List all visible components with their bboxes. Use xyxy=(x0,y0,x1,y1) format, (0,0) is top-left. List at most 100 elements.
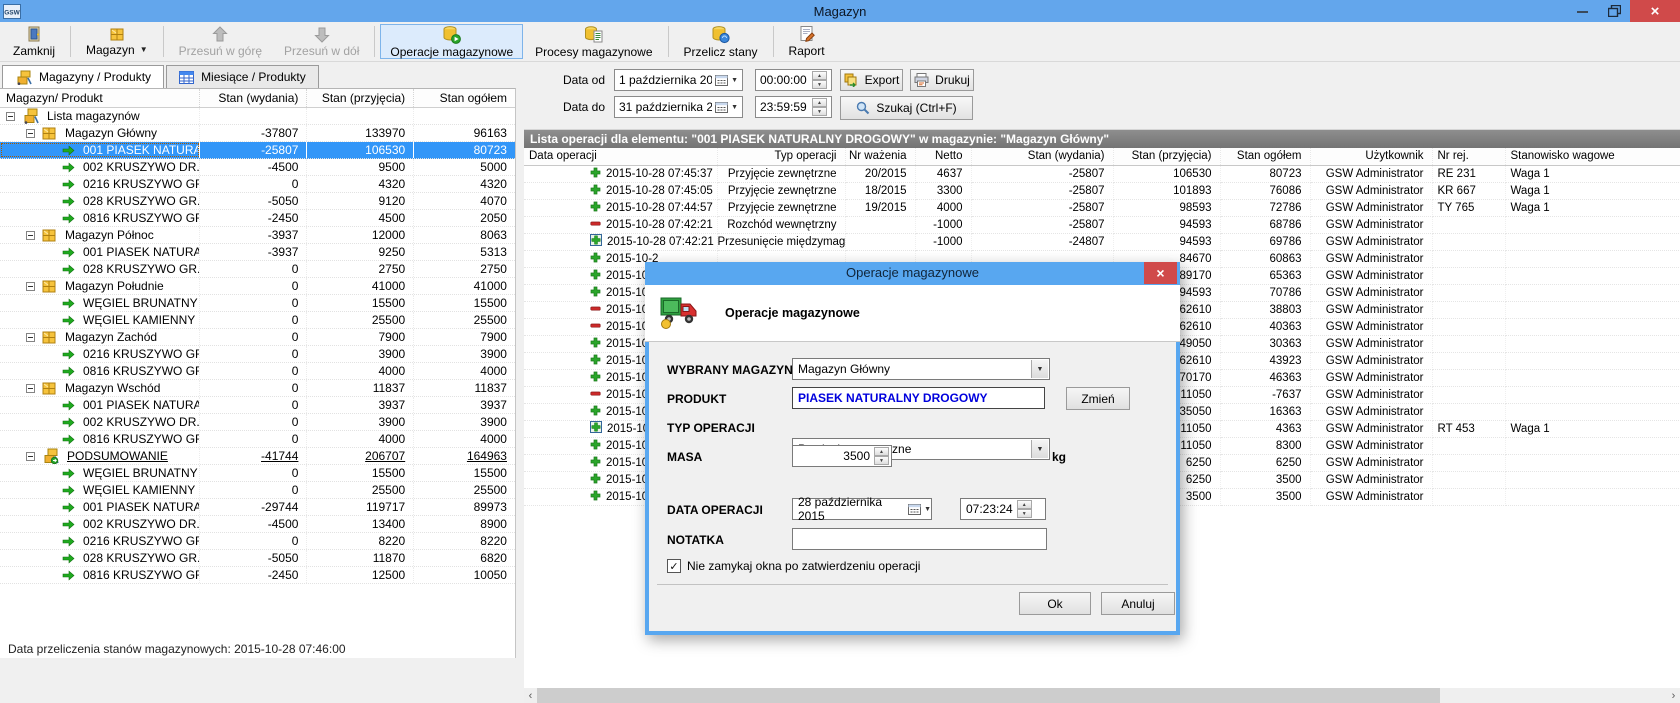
checkbox-checked-icon[interactable]: ✓ xyxy=(667,559,681,573)
tree-expander-icon[interactable] xyxy=(26,384,35,393)
operations-row[interactable]: 2015-10-28 07:45:05Przyjęcie zewnętrzne1… xyxy=(524,182,1680,199)
calendar-icon[interactable]: ▼ xyxy=(715,101,738,113)
change-product-button[interactable]: Zmień xyxy=(1066,387,1130,410)
tree-row[interactable]: Lista magazynów xyxy=(0,108,515,125)
chevron-down-icon[interactable]: ▼ xyxy=(140,45,148,54)
cancel-button[interactable]: Anuluj xyxy=(1101,592,1175,615)
tree-row[interactable]: Magazyn Południe04100041000 xyxy=(0,278,515,295)
zamknij-button[interactable]: Zamknij xyxy=(3,24,65,59)
tree-row[interactable]: 002 KRUSZYWO DR...039003900 xyxy=(0,414,515,431)
tree-row[interactable]: 028 KRUSZYWO GR...-5050118706820 xyxy=(0,550,515,567)
tree-expander-icon[interactable] xyxy=(26,231,35,240)
date-from-input[interactable]: 1 października 2015 ▼ xyxy=(614,69,743,91)
ops-column-header[interactable]: Stan (przyjęcia) xyxy=(1113,148,1220,165)
tree-row[interactable]: PODSUMOWANIE-41744206707164963 xyxy=(0,448,515,465)
tree-row[interactable]: WĘGIEL BRUNATNY01550015500 xyxy=(0,465,515,482)
produkt-field[interactable]: PIASEK NATURALNY DROGOWY xyxy=(792,387,1045,409)
tree-row[interactable]: 0816 KRUSZYWO GR...040004000 xyxy=(0,431,515,448)
tree-row[interactable]: 001 PIASEK NATURA...-393792505313 xyxy=(0,244,515,261)
tree-expander-icon[interactable] xyxy=(26,452,35,461)
scroll-left-icon[interactable]: ‹ xyxy=(524,688,537,703)
tree-expander-icon[interactable] xyxy=(26,333,35,342)
procesy-magazynowe-button[interactable]: Procesy magazynowe xyxy=(525,24,662,59)
masa-spinner[interactable]: ▲▼ xyxy=(874,447,889,465)
tree-row[interactable]: 0216 KRUSZYWO GR...043204320 xyxy=(0,176,515,193)
tree-row[interactable]: 001 PIASEK NATURA...-2974411971789973 xyxy=(0,499,515,516)
chevron-down-icon[interactable]: ▼ xyxy=(1031,440,1048,458)
operations-row[interactable]: 2015-10-28 07:42:21Przesunięcie międzyma… xyxy=(524,233,1680,250)
operations-row[interactable]: 2015-10-28 07:42:21Rozchód wewnętrzny-10… xyxy=(524,216,1680,233)
operacje-magazynowe-button[interactable]: Operacje magazynowe xyxy=(380,24,523,59)
tree-row[interactable]: 0216 KRUSZYWO GR...082208220 xyxy=(0,533,515,550)
scroll-right-icon[interactable]: › xyxy=(1667,688,1680,703)
time-to-input[interactable]: 23:59:59 ▲▼ xyxy=(755,96,832,118)
tab-magazyny-produkty[interactable]: Magazyny / Produkty xyxy=(2,65,164,88)
magazyn-button[interactable]: Magazyn▼ xyxy=(76,24,158,59)
calendar-icon[interactable]: ▼ xyxy=(908,503,931,515)
time-spinner[interactable]: ▲▼ xyxy=(1017,500,1032,518)
tree-row[interactable]: Magazyn Wschód01183711837 xyxy=(0,380,515,397)
tree-row[interactable]: 002 KRUSZYWO DR...-4500134008900 xyxy=(0,516,515,533)
magazyn-select[interactable]: Magazyn Główny ▼ xyxy=(792,358,1050,380)
przelicz-stany-button[interactable]: Przelicz stany xyxy=(674,24,768,59)
tree-row[interactable]: 0816 KRUSZYWO GR...-245045002050 xyxy=(0,210,515,227)
column-header-magazyn-produkt[interactable]: Magazyn/ Produkt xyxy=(0,89,200,107)
export-button[interactable]: Export xyxy=(840,69,903,91)
tree-row[interactable]: 028 KRUSZYWO GR...-505091204070 xyxy=(0,193,515,210)
column-header-stan-ogolem[interactable]: Stan ogółem xyxy=(414,89,515,107)
ops-cell-nr_rej xyxy=(1432,318,1505,335)
ops-column-header[interactable]: Nr ważenia xyxy=(845,148,915,165)
tree-expander-icon[interactable] xyxy=(6,112,15,121)
date-to-input[interactable]: 31 października 2015 ▼ xyxy=(614,96,743,118)
tree-row[interactable]: 001 PIASEK NATURA...039373937 xyxy=(0,397,515,414)
tree-expander-icon[interactable] xyxy=(26,282,35,291)
column-header-stan-przyjecia[interactable]: Stan (przyjęcia) xyxy=(307,89,414,107)
ops-column-header[interactable]: Użytkownik xyxy=(1310,148,1432,165)
ops-column-header[interactable]: Nr rej. xyxy=(1432,148,1505,165)
tree-row[interactable]: 002 KRUSZYWO DR...-450095005000 xyxy=(0,159,515,176)
tree-row[interactable]: 0816 KRUSZYWO GR...-24501250010050 xyxy=(0,567,515,584)
dialog-close-button[interactable]: × xyxy=(1144,262,1177,284)
time-from-input[interactable]: 00:00:00 ▲▼ xyxy=(755,69,832,91)
print-button[interactable]: Drukuj xyxy=(910,69,974,91)
time-to-spinner[interactable]: ▲▼ xyxy=(812,98,827,116)
tree-row[interactable]: WĘGIEL KAMIENNY02550025500 xyxy=(0,482,515,499)
scrollbar-thumb[interactable] xyxy=(537,688,1440,703)
ok-button[interactable]: Ok xyxy=(1019,592,1091,615)
masa-input[interactable]: 3500 ▲▼ xyxy=(792,445,892,467)
operations-row[interactable]: 2015-10-28 07:44:57Przyjęcie zewnętrzne1… xyxy=(524,199,1680,216)
tree-row[interactable]: Magazyn Północ-3937120008063 xyxy=(0,227,515,244)
horizontal-scrollbar[interactable]: ‹ › xyxy=(524,688,1680,703)
tree-expander-icon[interactable] xyxy=(26,129,35,138)
calendar-icon[interactable]: ▼ xyxy=(715,74,738,86)
restore-button[interactable] xyxy=(1598,0,1630,22)
ops-column-header[interactable]: Stanowisko wagowe xyxy=(1505,148,1680,165)
search-button[interactable]: Szukaj (Ctrl+F) xyxy=(840,96,973,120)
tree-row[interactable]: 028 KRUSZYWO GR...027502750 xyxy=(0,261,515,278)
raport-button[interactable]: Raport xyxy=(779,24,835,59)
tree-row[interactable]: Magazyn Główny-3780713397096163 xyxy=(0,125,515,142)
operations-row[interactable]: 2015-10-28 07:45:37Przyjęcie zewnętrzne2… xyxy=(524,165,1680,182)
column-header-stan-wydania[interactable]: Stan (wydania) xyxy=(200,89,308,107)
tree-row[interactable]: 0216 KRUSZYWO GR...039003900 xyxy=(0,346,515,363)
tree-row[interactable]: 0816 KRUSZYWO GR...040004000 xyxy=(0,363,515,380)
tree-row[interactable]: WĘGIEL BRUNATNY01550015500 xyxy=(0,295,515,312)
ops-column-header[interactable]: Stan ogółem xyxy=(1220,148,1310,165)
tree-row[interactable]: Magazyn Zachód079007900 xyxy=(0,329,515,346)
ops-column-header[interactable]: Netto xyxy=(915,148,971,165)
chevron-down-icon[interactable]: ▼ xyxy=(1031,360,1048,378)
data-operacji-input[interactable]: 28 października 2015 ▼ xyxy=(792,498,932,520)
czas-operacji-input[interactable]: 07:23:24 ▲▼ xyxy=(960,498,1046,520)
minimize-button[interactable] xyxy=(1566,0,1598,22)
tab-miesiace-produkty[interactable]: Miesiące / Produkty xyxy=(166,65,319,88)
tree-row[interactable]: WĘGIEL KAMIENNY02550025500 xyxy=(0,312,515,329)
ops-column-header[interactable]: Stan (wydania) xyxy=(971,148,1113,165)
time-from-spinner[interactable]: ▲▼ xyxy=(812,71,827,89)
close-button[interactable]: × xyxy=(1630,0,1680,22)
tree-row[interactable]: 001 PIASEK NATURA...-2580710653080723 xyxy=(0,142,515,159)
ops-column-header[interactable]: Typ operacji xyxy=(717,148,845,165)
ops-column-header[interactable]: Data operacji xyxy=(524,148,717,165)
notatka-input[interactable] xyxy=(792,528,1047,550)
ops-cell-ogolem: 8300 xyxy=(1220,437,1310,454)
panel-splitter[interactable] xyxy=(516,62,524,703)
